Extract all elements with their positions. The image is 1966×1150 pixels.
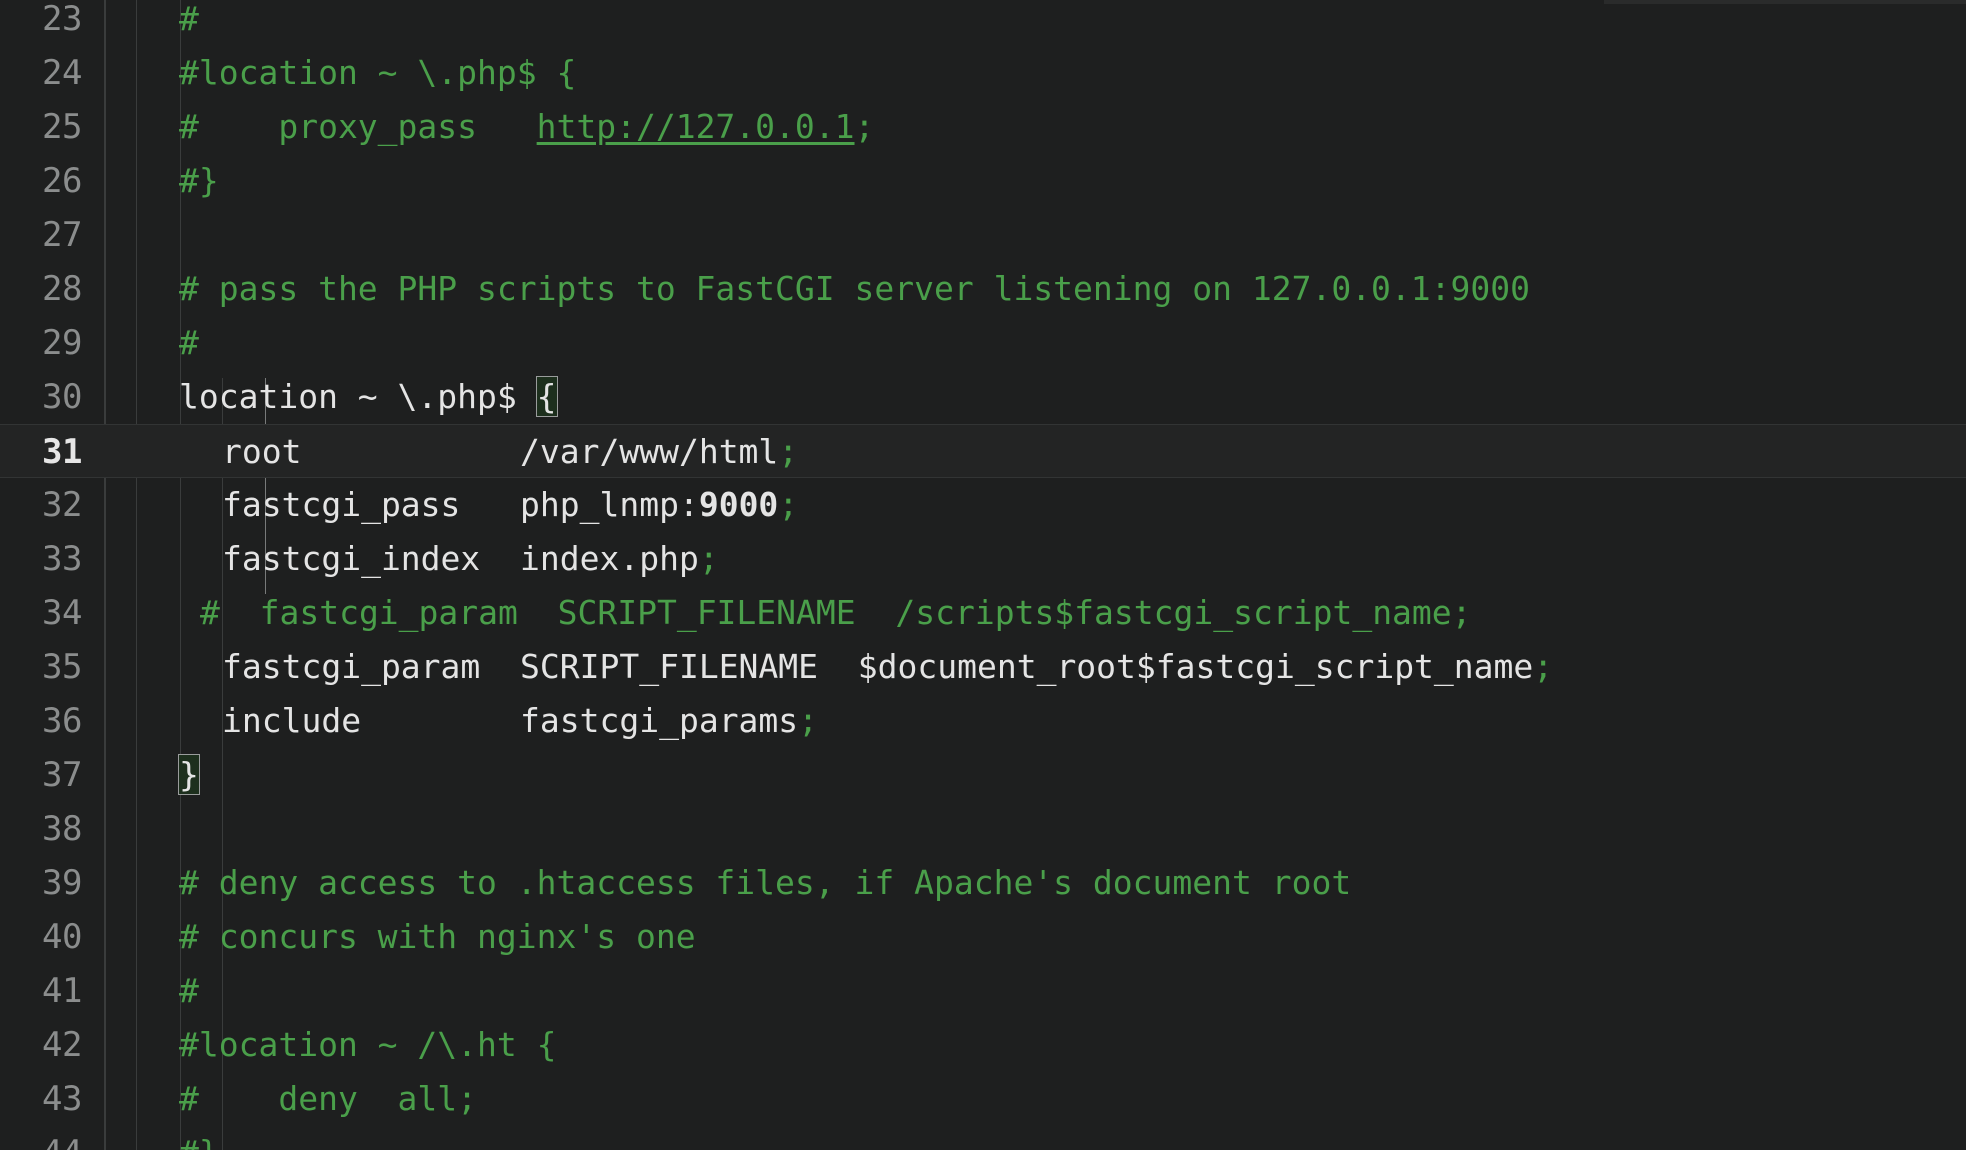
code-editor[interactable]: 23 #24 #location ~ \.php$ {25 # proxy_pass … — [0, 0, 1966, 1150]
code-line-text[interactable]: #location ~ \.php$ { — [179, 46, 576, 100]
code-line[interactable]: 44 #} — [0, 1126, 1966, 1150]
line-number: 25 — [42, 107, 82, 147]
line-number: 29 — [42, 323, 82, 363]
code-line[interactable]: 35 fastcgi_param SCRIPT_FILENAME $documen… — [0, 640, 1966, 694]
line-number: 26 — [42, 161, 82, 201]
code-line-text[interactable]: # pass the PHP scripts to FastCGI server… — [179, 262, 1530, 316]
code-line-active[interactable]: 31 root /var/www/html; — [0, 424, 1966, 478]
punctuation-token: ; — [698, 539, 719, 578]
code-line[interactable]: 42 #location ~ /\.ht { — [0, 1018, 1966, 1072]
code-line[interactable]: 43 # deny all; — [0, 1072, 1966, 1126]
line-number: 31 — [42, 432, 82, 472]
comment-token: # — [179, 0, 199, 38]
line-number: 23 — [42, 0, 82, 39]
matched-bracket: } — [178, 754, 200, 795]
punctuation-token: ; — [778, 485, 799, 524]
line-number: 43 — [42, 1079, 82, 1119]
code-line-text[interactable]: #location ~ /\.ht { — [179, 1018, 557, 1072]
code-line-text[interactable]: # concurs with nginx's one — [179, 910, 696, 964]
number-token: 9000 — [698, 485, 779, 524]
punctuation-token: ; — [798, 701, 819, 740]
code-line-text[interactable]: # — [179, 964, 199, 1018]
comment-token: #} — [179, 1133, 219, 1150]
line-number: 28 — [42, 269, 82, 309]
matched-bracket: { — [535, 376, 558, 417]
line-number: 35 — [42, 647, 82, 687]
code-line[interactable]: 26 #} — [0, 154, 1966, 208]
code-line-text[interactable]: #} — [179, 1126, 219, 1150]
line-number: 44 — [0, 1126, 82, 1150]
code-line-text[interactable]: } — [178, 748, 200, 802]
code-line-text[interactable]: # fastcgi_param SCRIPT_FILENAME /scripts… — [200, 586, 1472, 640]
code-line-text[interactable]: include fastcgi_params; — [222, 694, 818, 748]
code-line[interactable]: 40 # concurs with nginx's one — [0, 910, 1966, 964]
line-number: 30 — [42, 377, 82, 417]
comment-token: # — [179, 971, 199, 1010]
comment-token: #location ~ /\.ht { — [179, 1025, 557, 1064]
comment-token: #location ~ \.php$ { — [179, 53, 577, 92]
comment-token: # — [179, 323, 199, 362]
line-number: 38 — [42, 809, 82, 849]
line-number: 36 — [42, 701, 82, 741]
punctuation-token: ; — [1533, 647, 1554, 686]
code-line-text[interactable]: # deny all; — [179, 1072, 477, 1126]
code-line[interactable]: 32 fastcgi_pass php_lnmp:9000; — [0, 478, 1966, 532]
code-line[interactable]: 34 # fastcgi_param SCRIPT_FILENAME /scrip… — [0, 586, 1966, 640]
code-line-text[interactable]: location ~ \.php$ { — [179, 370, 558, 424]
code-line[interactable]: 30 location ~ \.php$ { — [0, 370, 1966, 424]
code-token: root /var/www/html — [222, 432, 779, 471]
line-number: 40 — [42, 917, 82, 957]
code-line-text[interactable]: # — [179, 0, 199, 46]
url-token: http://127.0.0.1 — [536, 107, 855, 146]
code-line[interactable]: 25 # proxy_pass http://127.0.0.1; — [0, 100, 1966, 154]
comment-token: # deny all; — [179, 1079, 478, 1118]
comment-token: # concurs with nginx's one — [179, 917, 696, 956]
code-token: fastcgi_param SCRIPT_FILENAME $document_… — [222, 647, 1534, 686]
line-number: 24 — [42, 53, 82, 93]
code-line-text[interactable]: fastcgi_pass php_lnmp:9000; — [222, 478, 798, 532]
line-number: 41 — [42, 971, 82, 1011]
code-line-text[interactable]: # proxy_pass http://127.0.0.1; — [179, 100, 874, 154]
code-line[interactable]: 27 — [0, 208, 1966, 262]
code-line[interactable]: 33 fastcgi_index index.php; — [0, 532, 1966, 586]
code-line[interactable]: 24 #location ~ \.php$ { — [0, 46, 1966, 100]
code-line-text[interactable]: #} — [179, 154, 219, 208]
code-line-text[interactable]: # — [179, 316, 199, 370]
code-line[interactable]: 29 # — [0, 316, 1966, 370]
code-line[interactable]: 37} — [0, 748, 1966, 802]
line-number: 27 — [42, 215, 82, 255]
code-line[interactable]: 39 # deny access to .htaccess files, if A… — [0, 856, 1966, 910]
code-token: include fastcgi_params — [222, 701, 799, 740]
code-line-text[interactable]: # deny access to .htaccess files, if Apa… — [179, 856, 1351, 910]
code-token: location ~ \.php$ — [179, 377, 537, 416]
code-line[interactable]: 41 # — [0, 964, 1966, 1018]
line-number: 32 — [42, 485, 82, 525]
code-line[interactable]: 38 — [0, 802, 1966, 856]
line-number: 42 — [42, 1025, 82, 1065]
code-line[interactable]: 28 # pass the PHP scripts to FastCGI serv… — [0, 262, 1966, 316]
comment-token: # fastcgi_param SCRIPT_FILENAME /scripts… — [200, 593, 1472, 632]
comment-token: # deny access to .htaccess files, if Apa… — [179, 863, 1352, 902]
punctuation-token: ; — [778, 432, 799, 471]
line-number: 33 — [42, 539, 82, 579]
code-line[interactable]: 23 # — [0, 0, 1966, 46]
line-number: 34 — [42, 593, 82, 633]
code-line-text[interactable]: fastcgi_index index.php; — [222, 532, 719, 586]
code-line-text[interactable]: fastcgi_param SCRIPT_FILENAME $document_… — [222, 640, 1553, 694]
comment-token: # pass the PHP scripts to FastCGI server… — [179, 269, 1531, 308]
comment-token: #} — [179, 161, 219, 200]
comment-token: ; — [854, 107, 875, 146]
code-token: fastcgi_index index.php — [222, 539, 699, 578]
code-token: fastcgi_pass php_lnmp: — [222, 485, 699, 524]
line-number: 37 — [42, 755, 82, 795]
line-number: 39 — [42, 863, 82, 903]
comment-token: # proxy_pass — [179, 107, 537, 146]
code-line-text[interactable]: root /var/www/html; — [222, 425, 798, 479]
code-line[interactable]: 36 include fastcgi_params; — [0, 694, 1966, 748]
